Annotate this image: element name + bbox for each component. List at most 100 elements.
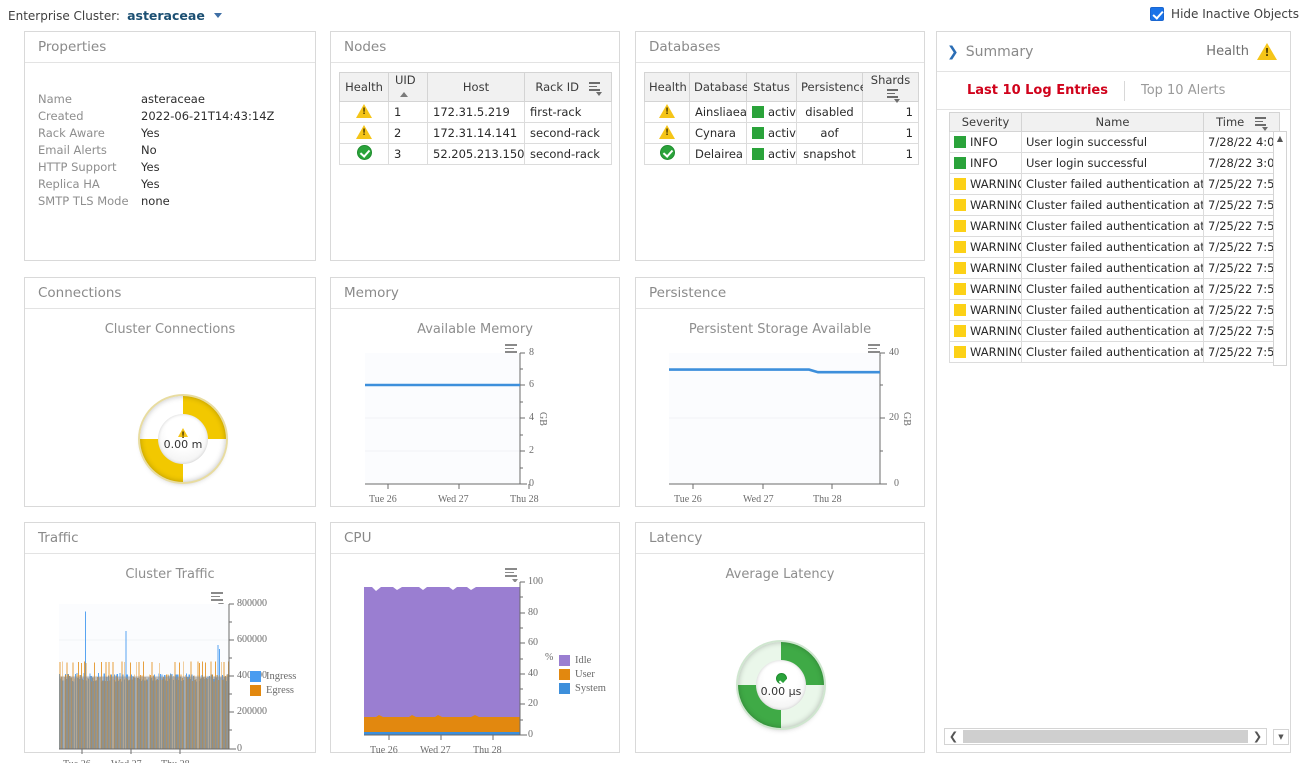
cell-name: Cluster failed authentication attempt <box>1021 257 1204 279</box>
log-vertical-scrollbar[interactable]: ▲ <box>1273 131 1287 366</box>
table-row[interactable]: WARNING Cluster failed authentication at… <box>949 215 1280 237</box>
cell-severity: WARNING <box>949 278 1022 300</box>
legend-item-idle[interactable]: Idle <box>559 655 606 666</box>
column-header-time[interactable]: Time <box>1203 112 1280 132</box>
table-row[interactable]: WARNING Cluster failed authentication at… <box>949 320 1280 342</box>
table-row[interactable]: WARNING Cluster failed authentication at… <box>949 341 1280 363</box>
column-menu-icon[interactable] <box>588 82 602 96</box>
cell-time: 7/28/22 4:08 P <box>1203 131 1280 153</box>
column-header-persistence[interactable]: Persistence <box>796 72 867 102</box>
legend-item-system[interactable]: System <box>559 683 606 694</box>
cell-severity-label: WARNING <box>970 324 1022 338</box>
scroll-right-arrow-icon[interactable]: ❯ <box>1249 730 1266 743</box>
legend-item-egress[interactable]: Egress <box>250 685 296 696</box>
y-tick-label: 0 <box>529 478 534 489</box>
column-header-database[interactable]: Database <box>689 72 749 102</box>
nodes-table: Health UID Host Rack ID 1 172.31.5.219 f… <box>339 72 612 165</box>
table-row[interactable]: WARNING Cluster failed authentication at… <box>949 257 1280 279</box>
table-row[interactable]: WARNING Cluster failed authentication at… <box>949 194 1280 216</box>
severity-warning-swatch <box>954 346 966 358</box>
cluster-connections-chart-title: Cluster Connections <box>104 322 236 337</box>
y-tick-label: 800000 <box>237 598 267 609</box>
scroll-up-arrow-icon[interactable]: ▲ <box>1274 132 1286 144</box>
legend-item-ingress[interactable]: Ingress <box>250 671 296 682</box>
column-header-severity[interactable]: Severity <box>949 112 1022 132</box>
cell-uid: 2 <box>388 122 428 144</box>
dashboard-root: Enterprise Cluster: asteraceae Hide Inac… <box>0 0 1307 763</box>
legend-swatch-idle <box>559 655 570 666</box>
summary-horizontal-scrollbar[interactable]: ❮ ❯ <box>944 728 1267 745</box>
table-row[interactable]: 2 172.31.14.141 second-rack <box>339 122 612 144</box>
table-row[interactable]: Ainsliaea active disabled 1 <box>644 101 919 123</box>
health-warning-icon <box>659 124 675 139</box>
property-key: SMTP TLS Mode <box>38 194 129 208</box>
table-row[interactable]: 3 52.205.213.150 second-rack <box>339 143 612 165</box>
column-header-name[interactable]: Name <box>1021 112 1204 132</box>
column-menu-icon[interactable] <box>886 89 900 103</box>
scrollbar-thumb[interactable] <box>1274 144 1286 349</box>
hide-inactive-objects-label: Hide Inactive Objects <box>1171 7 1299 21</box>
cell-status: active <box>746 143 797 165</box>
property-row: Rack Aware Yes <box>38 125 315 142</box>
chevron-right-icon[interactable]: ❯ <box>947 44 959 60</box>
properties-panel-title: Properties <box>25 32 315 63</box>
table-row[interactable]: WARNING Cluster failed authentication at… <box>949 236 1280 258</box>
table-row[interactable]: Delairea active snapshot 1 <box>644 143 919 165</box>
cell-host: 172.31.14.141 <box>427 122 525 144</box>
scroll-left-arrow-icon[interactable]: ❮ <box>945 730 962 743</box>
hide-inactive-objects-toggle[interactable]: Hide Inactive Objects <box>1150 7 1299 21</box>
column-header-status[interactable]: Status <box>746 72 797 102</box>
scroll-down-arrow-icon[interactable]: ▼ <box>1273 729 1289 745</box>
properties-panel: Properties Name asteraceae Created 2022-… <box>24 31 316 261</box>
cell-severity: INFO <box>949 131 1022 153</box>
available-memory-chart <box>365 352 530 489</box>
table-row[interactable]: INFO User login successful 7/28/22 4:08 … <box>949 131 1280 153</box>
table-row[interactable]: Cynara active aof 1 <box>644 122 919 144</box>
cell-time: 7/25/22 7:56 P <box>1203 194 1280 216</box>
cell-shards: 1 <box>862 143 919 165</box>
cluster-selector[interactable]: Enterprise Cluster: asteraceae <box>8 5 222 24</box>
checkbox-checked-icon[interactable] <box>1150 7 1165 21</box>
y-tick-label: 4 <box>529 412 534 423</box>
column-header-uid[interactable]: UID <box>388 72 428 102</box>
column-header-rackid-label: Rack ID <box>535 80 579 94</box>
scrollbar-thumb[interactable] <box>963 730 1248 743</box>
table-row[interactable]: WARNING Cluster failed authentication at… <box>949 278 1280 300</box>
column-header-health[interactable]: Health <box>339 72 389 102</box>
table-row[interactable]: 1 172.31.5.219 first-rack <box>339 101 612 123</box>
tab-last-10-log-entries[interactable]: Last 10 Log Entries <box>951 83 1124 98</box>
summary-health-label: Health <box>1206 44 1249 59</box>
legend-label-idle: Idle <box>575 655 592 666</box>
average-latency-gauge[interactable]: 0.00 µs <box>738 642 824 728</box>
cell-rackid: second-rack <box>524 122 612 144</box>
table-row[interactable]: WARNING Cluster failed authentication at… <box>949 173 1280 195</box>
y-tick-label: 8 <box>529 347 534 358</box>
health-warning-icon <box>356 124 372 139</box>
summary-tabs: Last 10 Log Entries Top 10 Alerts <box>937 72 1290 110</box>
table-row[interactable]: WARNING Cluster failed authentication at… <box>949 299 1280 321</box>
column-menu-icon[interactable] <box>1254 117 1268 131</box>
column-header-rackid[interactable]: Rack ID <box>524 72 612 102</box>
severity-warning-swatch <box>954 241 966 253</box>
x-tick-label: Thu 28 <box>813 494 842 505</box>
cluster-connections-gauge[interactable]: 0.00 m <box>140 396 226 482</box>
cluster-label: Enterprise Cluster: <box>8 8 120 23</box>
property-value: Yes <box>141 126 160 140</box>
table-row[interactable]: INFO User login successful 7/28/22 3:00 … <box>949 152 1280 174</box>
y-axis-label: % <box>545 652 554 663</box>
tab-top-10-alerts[interactable]: Top 10 Alerts <box>1125 83 1241 98</box>
x-tick-label: Tue 26 <box>674 494 702 505</box>
summary-title-group[interactable]: ❯ Summary <box>947 44 1033 60</box>
chevron-down-icon[interactable] <box>213 12 222 18</box>
health-warning-icon <box>1257 43 1277 60</box>
average-latency-chart-title: Average Latency <box>725 567 835 582</box>
column-header-health[interactable]: Health <box>644 72 690 102</box>
property-value: Yes <box>141 160 160 174</box>
cell-name: Cluster failed authentication attempt <box>1021 173 1204 195</box>
column-header-shards[interactable]: Shards <box>862 72 919 103</box>
legend-item-user[interactable]: User <box>559 669 606 680</box>
x-tick-label: Thu 28 <box>473 745 502 756</box>
cell-database: Ainsliaea <box>689 101 747 123</box>
gauge-ok-icon <box>775 672 787 684</box>
column-header-host[interactable]: Host <box>427 72 525 102</box>
